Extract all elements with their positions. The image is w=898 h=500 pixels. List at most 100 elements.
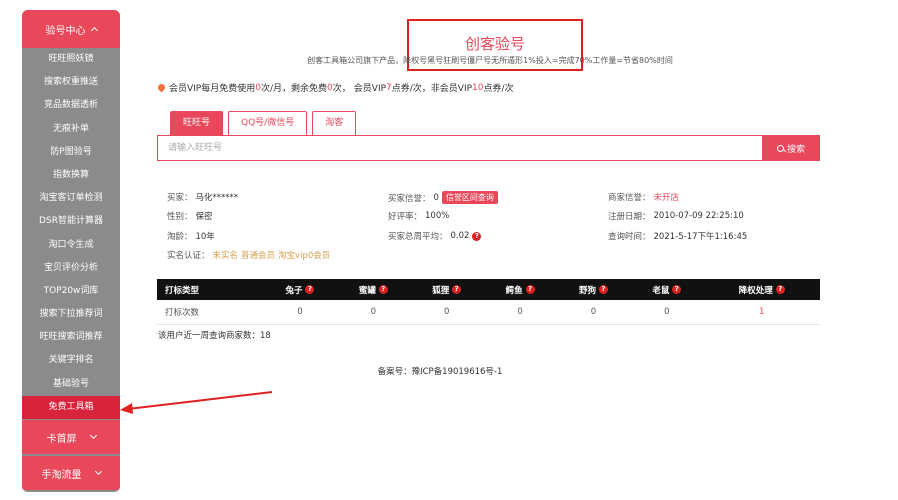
sidebar-header-label: 验号中心 (45, 25, 86, 37)
buyer-credit-info: 买家信誉： 0 信誉区间查询 (388, 191, 498, 204)
buyer-value: 马化****** (195, 193, 239, 203)
sidebar-item[interactable]: 指数换算 (22, 164, 120, 187)
sidebar-item[interactable]: 宝贝评价分析 (22, 257, 120, 280)
table-header: 狐狸? (410, 279, 484, 300)
search-input[interactable] (157, 135, 762, 161)
query-time-label: 查询时间： (608, 232, 651, 242)
table-cell: 打标次数 (157, 300, 264, 325)
vip-text: 点券/次 (483, 84, 514, 94)
page-title: 创客验号 (464, 35, 525, 53)
sidebar-item[interactable]: 竞品数据透析 (22, 94, 120, 117)
sidebar-item[interactable]: 关键字排名 (22, 349, 120, 372)
sidebar-item[interactable]: 基础验号 (22, 373, 120, 396)
gender-value: 保密 (195, 212, 213, 222)
vip-text: 次， (332, 84, 351, 94)
sidebar-item-free-toolbox[interactable]: 免费工具箱 (22, 395, 120, 419)
table-header-label: 野狗 (578, 285, 596, 296)
sidebar-group-first-screen[interactable]: 卡首屏 (22, 420, 120, 454)
good-rate-info: 好评率： 100% (388, 210, 449, 222)
table-header: 野狗? (556, 279, 631, 300)
query-tabs: 旺旺号 QQ号/微信号 淘客 (170, 111, 357, 135)
gender-label: 性别： (167, 212, 193, 222)
icp-record[interactable]: 备案号：豫ICP备19019616号-1 (340, 365, 540, 377)
table-cell: 1 (703, 300, 820, 325)
sidebar-item[interactable]: 防P图验号 (22, 141, 120, 164)
tab-wangwang[interactable]: 旺旺号 (170, 111, 224, 135)
help-icon[interactable]: ? (305, 285, 315, 294)
help-icon[interactable]: ? (775, 285, 785, 294)
vip-text: 次/月，剩余免费 (260, 84, 328, 94)
sidebar-header-check-center[interactable]: 验号中心 (22, 10, 120, 48)
good-rate-value: 100% (425, 211, 450, 221)
help-icon[interactable]: ? (672, 285, 682, 294)
table-header: 兔子? (263, 279, 337, 300)
auth-tag: 淘宝vip0会员 (278, 251, 331, 261)
table-header: 降权处理? (703, 279, 820, 300)
seller-value: 未开店 (653, 193, 680, 203)
sidebar-item[interactable]: 淘宝客订单检测 (22, 187, 120, 210)
help-icon[interactable]: ? (452, 285, 462, 294)
annotation-arrow (120, 391, 273, 414)
vip-text: 会员VIP (353, 84, 387, 94)
tab-qq-wechat[interactable]: QQ号/微信号 (228, 111, 308, 135)
week-query-count: 该用户近一周查询商家数：18 (158, 331, 271, 341)
search-bar: 搜索 (157, 135, 820, 161)
seller-credit-info: 商家信誉： 未开店 (608, 191, 679, 203)
table-cell: 0 (410, 300, 484, 325)
good-rate-label: 好评率： (388, 212, 423, 222)
table-header: 蜜罐? (336, 279, 411, 300)
auth-tag: 未实名 (212, 251, 239, 261)
sidebar-group-label: 卡首屏 (46, 433, 77, 445)
search-button[interactable]: 搜索 (762, 135, 820, 161)
sidebar-item[interactable]: 无痕补单 (22, 118, 120, 141)
sidebar-item[interactable]: DSR智能计算器 (22, 210, 120, 233)
age-value: 10年 (195, 232, 215, 242)
register-date-value: 2010-07-09 22:25:10 (653, 211, 744, 221)
age-label: 淘龄： (167, 232, 193, 242)
help-icon[interactable]: ? (598, 285, 608, 294)
gender-info: 性别： 保密 (167, 210, 213, 222)
register-date-label: 注册日期： (608, 212, 651, 222)
chevron-down-icon (89, 431, 97, 440)
register-date-info: 注册日期： 2010-07-09 22:25:10 (608, 210, 744, 222)
auth-tag: 普通会员 (241, 251, 276, 261)
tab-taoke[interactable]: 淘客 (312, 111, 357, 135)
table-header-label: 降权处理 (738, 285, 773, 296)
sidebar-item[interactable]: TOP20w词库 (22, 280, 120, 303)
sidebar-item[interactable]: 旺旺搜索词推荐 (22, 326, 120, 349)
week-average-value: 0.02 (450, 231, 470, 241)
auth-info: 实名认证： 未实名 普通会员 淘宝vip0会员 (167, 249, 330, 261)
help-icon[interactable]: ? (472, 231, 482, 241)
table-header-label: 鳄鱼 (505, 285, 523, 296)
table-header-label: 老鼠 (652, 285, 670, 296)
table-header: 鳄鱼? (483, 279, 557, 300)
table-cell: 0 (263, 300, 337, 325)
table-cell: 0 (630, 300, 704, 325)
table-cell: 0 (556, 300, 631, 325)
credit-label: 买家信誉： (388, 193, 431, 204)
help-icon[interactable]: ? (525, 285, 535, 294)
sidebar-menu: 旺旺照妖镜 搜索权重推送 竞品数据透析 无痕补单 防P图验号 指数换算 淘宝客订… (22, 48, 120, 419)
query-time-value: 2021-5-17下午1:16:45 (653, 232, 748, 242)
sidebar-item[interactable]: 淘口令生成 (22, 234, 120, 257)
help-icon[interactable]: ? (378, 285, 388, 294)
sidebar-group-mobile-traffic[interactable]: 手淘流量 (22, 456, 120, 490)
table-header-label: 蜜罐 (358, 285, 376, 296)
sidebar-group-label: 手淘流量 (41, 469, 82, 481)
table-header-label: 兔子 (285, 285, 303, 296)
sidebar-item[interactable]: 旺旺照妖镜 (22, 48, 120, 71)
credit-value: 0 (433, 192, 439, 203)
vip-pricing-notice: 会员VIP每月免费使用 0 次/月，剩余免费 0 次， 会员VIP 7 点券/次… (156, 81, 514, 94)
table-header: 打标类型 (157, 279, 264, 300)
buyer-label: 买家： (167, 193, 193, 203)
sidebar-item[interactable]: 搜索权重推送 (22, 71, 120, 94)
search-icon (776, 144, 784, 152)
week-average-label: 买家总周平均： (388, 232, 448, 242)
seller-label: 商家信誉： (608, 193, 651, 203)
credit-range-query-button[interactable]: 信誉区间查询 (441, 191, 498, 204)
nonvip-points: 10 (472, 82, 484, 93)
sidebar-item[interactable]: 搜索下拉推荐词 (22, 303, 120, 326)
table-header-row: 打标类型 兔子? 蜜罐? 狐狸? 鳄鱼? 野狗? 老鼠? 降权处理? (157, 279, 820, 300)
search-button-label: 搜索 (786, 144, 805, 155)
query-time-info: 查询时间： 2021-5-17下午1:16:45 (608, 230, 747, 242)
